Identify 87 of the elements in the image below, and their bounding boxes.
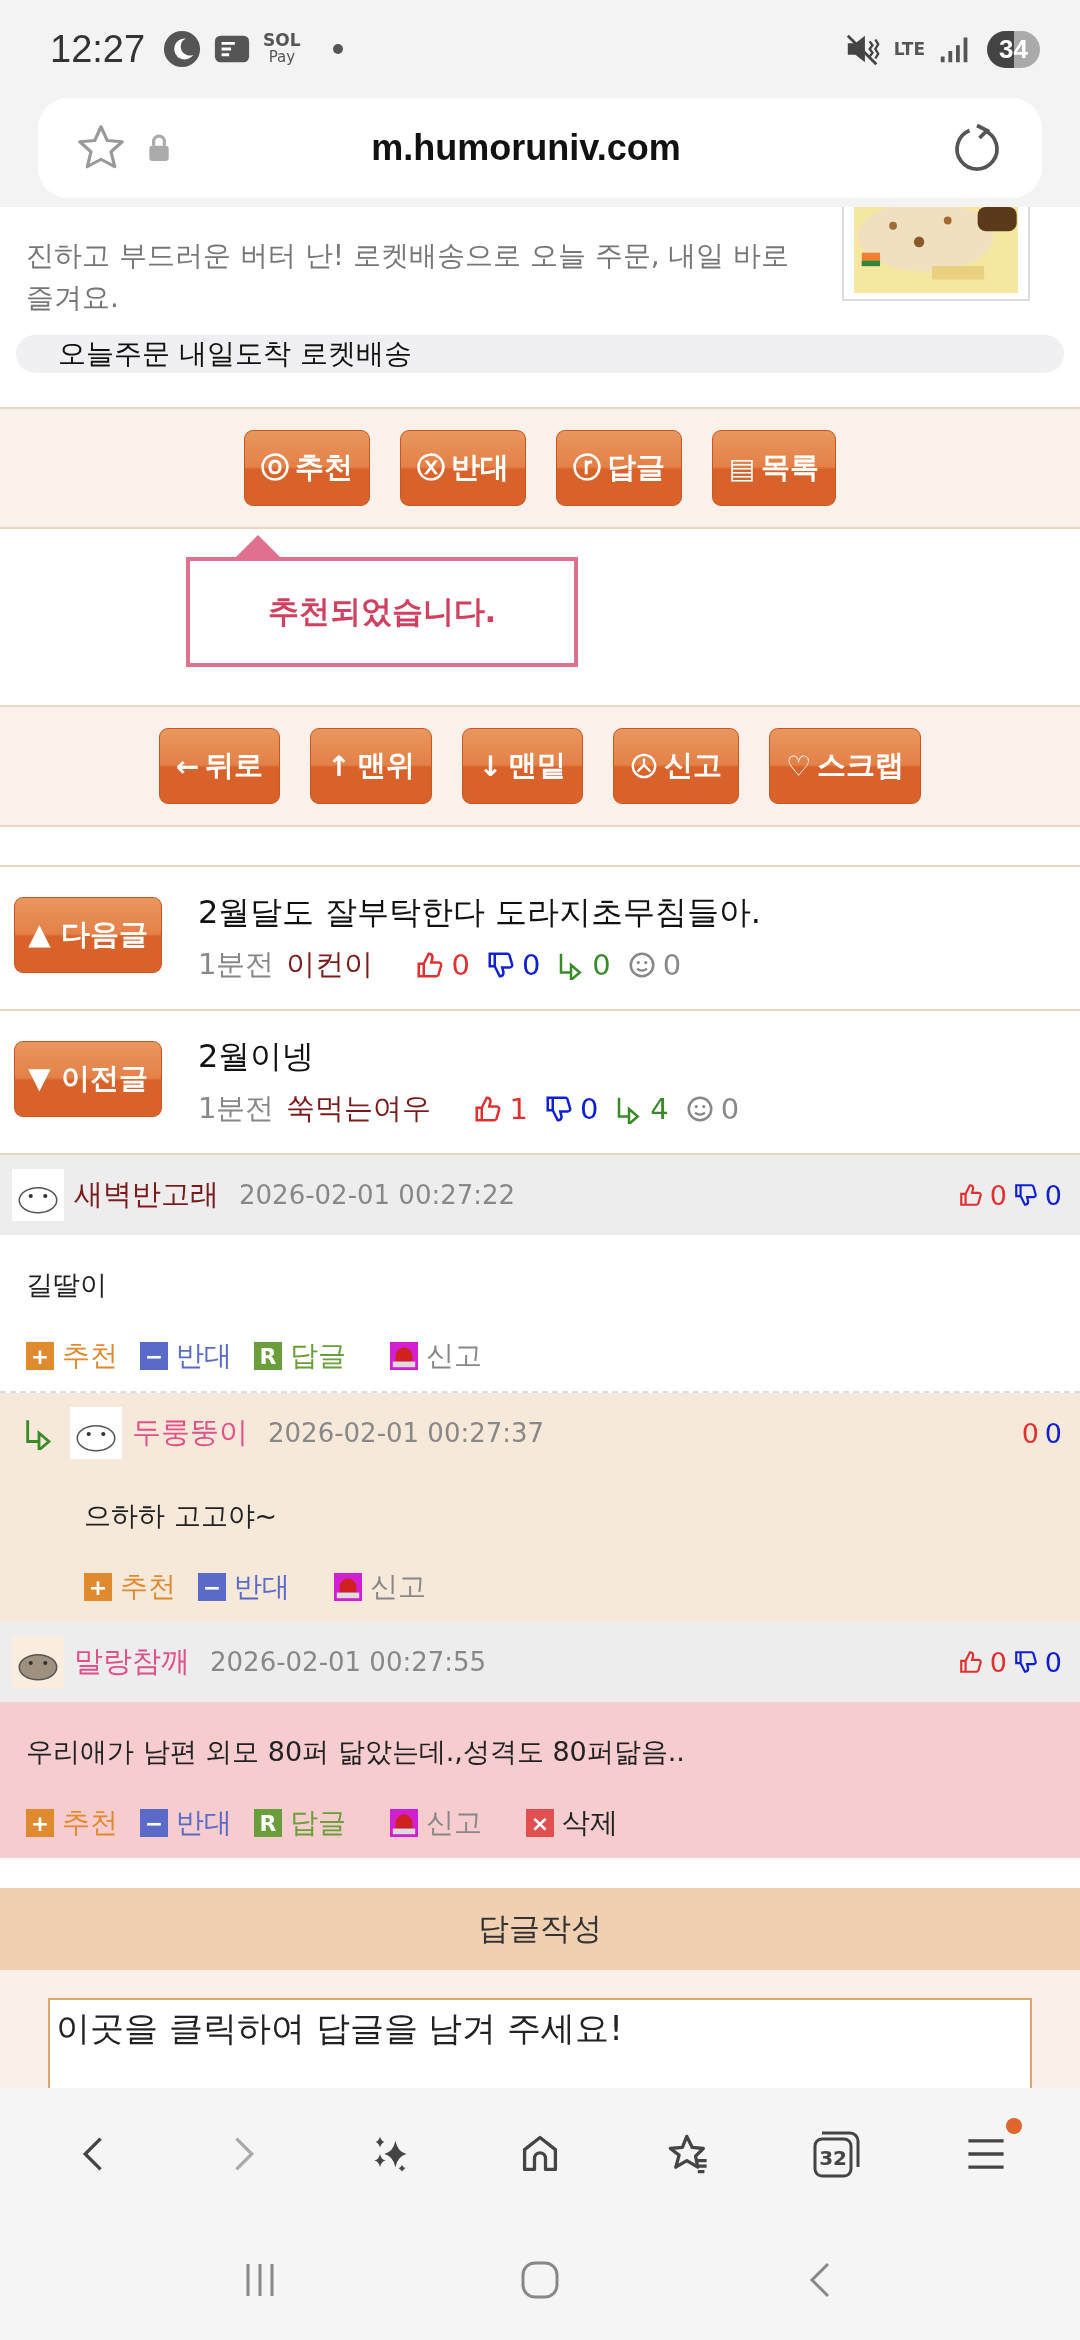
comment-author[interactable]: 말랑참깨 [74, 1642, 190, 1682]
upvote-count: 0 [989, 1646, 1007, 1678]
comment-action-link[interactable]: 신고 [370, 1568, 426, 1606]
downvote-count: 0 [1044, 1179, 1062, 1211]
url-text: m.humoruniv.com [370, 127, 682, 169]
downvote-count: 0 [521, 948, 541, 982]
toast-message: 추천되었습니다. [186, 557, 578, 667]
comment-date: 2026-02-01 00:27:55 [210, 1647, 487, 1677]
ad-description[interactable]: 진하고 부드러운 버터 난! 로켓배송으로 오늘 주문, 내일 바로 즐겨요. [26, 235, 826, 319]
upvote-count: 0 [451, 948, 470, 982]
comment-action-link[interactable]: 신고 [426, 1804, 482, 1842]
comment-action-link[interactable]: 반대 [176, 1804, 232, 1842]
notification-dot-icon [332, 44, 343, 54]
downvote-count: 0 [1044, 1646, 1062, 1678]
action-icon: × [526, 1809, 554, 1837]
pay-logo: SOL Pay [263, 32, 301, 66]
comment-text: 길딸이 [26, 1268, 108, 1302]
comment-text: 으하하 고고야~ [84, 1499, 279, 1533]
comment-action-link[interactable]: 추천 [120, 1568, 176, 1606]
toast-pointer [236, 535, 280, 557]
comment-action-link[interactable]: 추천 [62, 1337, 118, 1375]
siren-icon [390, 1809, 418, 1837]
address-bar[interactable]: m.humoruniv.com [38, 98, 1042, 198]
post-nav-button[interactable]: 신고 [613, 728, 740, 804]
lock-icon [148, 134, 170, 162]
action-icon: + [26, 1809, 54, 1837]
reload-icon[interactable] [952, 123, 1002, 173]
comment-author[interactable]: 새벽반고래 [74, 1175, 219, 1215]
action-icon: − [198, 1573, 226, 1601]
reply-count: 4 [650, 1092, 669, 1126]
adjacent-post-button[interactable]: ▼ 이전글 [14, 1041, 162, 1117]
thumbs-down-icon [1012, 1649, 1039, 1675]
post-author[interactable]: 이컨이 [286, 945, 374, 985]
post-author[interactable]: 쑥먹는여우 [286, 1089, 432, 1129]
network-type: LTE [893, 39, 926, 59]
post-time: 1분전 [198, 1090, 275, 1127]
adjacent-post-button[interactable]: ▲ 다음글 [14, 897, 162, 973]
action-icon: − [140, 1342, 168, 1370]
post-title[interactable]: 2월이넹 [198, 1035, 740, 1079]
status-time: 12:27 [50, 27, 146, 71]
upvote-count: 0 [1021, 1417, 1039, 1449]
comment-action-link[interactable]: 반대 [176, 1337, 232, 1375]
post-nav-button[interactable]: ↓ 맨밑 [461, 728, 584, 804]
thumbs-down-icon [1012, 1182, 1039, 1208]
siren-icon [334, 1573, 362, 1601]
post-nav-button[interactable]: ♡ 스크랩 [769, 728, 922, 804]
view-count: 0 [662, 948, 682, 982]
report-icon [630, 752, 659, 780]
upvote-count: 0 [989, 1179, 1007, 1211]
comment-action-link[interactable]: 삭제 [562, 1804, 618, 1842]
post-action-button[interactable]: ⓞ 추천 [243, 430, 370, 506]
siren-icon [390, 1342, 418, 1370]
downvote-count: 0 [1044, 1417, 1062, 1449]
action-icon: R [254, 1342, 282, 1370]
ad-link-bar[interactable]: 오늘주문 내일도착 로켓배송 [16, 335, 1064, 373]
downvote-count: 0 [579, 1092, 599, 1126]
action-icon: − [140, 1809, 168, 1837]
post-action-button[interactable]: ⓡ 답글 [555, 430, 682, 506]
post-action-button[interactable]: ▤ 목록 [711, 430, 837, 506]
home-button-icon[interactable] [520, 2260, 560, 2300]
reply-count: 0 [592, 948, 611, 982]
battery-level: 34 [987, 30, 1040, 68]
comment-action-link[interactable]: 신고 [426, 1337, 482, 1375]
action-icon: + [26, 1342, 54, 1370]
comment-action-link[interactable]: 답글 [290, 1804, 346, 1842]
comment-action-link[interactable]: 추천 [62, 1804, 118, 1842]
view-count: 0 [720, 1092, 740, 1126]
comment-action-link[interactable]: 답글 [290, 1337, 346, 1375]
comment-action-link[interactable]: 반대 [234, 1568, 290, 1606]
action-icon: R [254, 1809, 282, 1837]
comment-date: 2026-02-01 00:27:37 [268, 1418, 545, 1448]
thumbs-up-icon [957, 1182, 984, 1208]
comment-date: 2026-02-01 00:27:22 [239, 1180, 516, 1210]
comment-author[interactable]: 두룽뚱이 [132, 1413, 248, 1453]
action-icon: + [84, 1573, 112, 1601]
reply-input-field[interactable]: 이곳을 클릭하여 답글을 남겨 주세요! [48, 1998, 1032, 2088]
post-time: 1분전 [198, 946, 275, 983]
post-nav-button[interactable]: ↑ 맨위 [310, 728, 432, 804]
ad-link-text: 오늘주문 내일도착 로켓배송 [58, 336, 412, 372]
post-nav-button[interactable]: ← 뒤로 [158, 728, 281, 804]
post-action-button[interactable]: ⓧ 반대 [399, 430, 526, 506]
upvote-count: 1 [509, 1092, 528, 1126]
post-title[interactable]: 2월달도 잘부탁한다 도라지초무침들아. [198, 891, 761, 935]
reply-form-title: 답글작성 [478, 1909, 602, 1948]
thumbs-up-icon [957, 1649, 984, 1675]
comment-text: 우리애가 남편 외모 80퍼 닮았는데.,성격도 80퍼닮음.. [26, 1735, 686, 1769]
moon-icon [163, 30, 202, 68]
